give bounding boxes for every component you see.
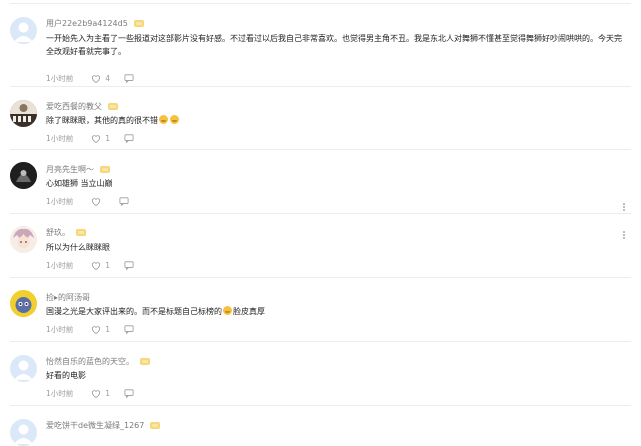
comment-item: 月亮先生啊～ 心如雄狮 当立山巅 1小时前 bbox=[10, 150, 631, 214]
default-avatar-icon bbox=[10, 17, 37, 44]
comment-text: 一开始先入为主看了一些报道对这部影片没有好感。不过看过以后我自己非常喜欢。也觉得… bbox=[46, 34, 622, 56]
comment-item: 爱吃饼干de微生凝绿_1267 bbox=[10, 406, 631, 446]
dark-figure-avatar-icon bbox=[10, 162, 37, 189]
comment-item: 用户22e2b9a4124d5 一开始先入为主看了一些报道对这部影片没有好感。不… bbox=[10, 4, 631, 87]
username[interactable]: 舒玖。 bbox=[46, 227, 70, 238]
avatar[interactable] bbox=[10, 355, 37, 382]
heart-icon bbox=[92, 390, 101, 398]
username[interactable]: 月亮先生啊～ bbox=[46, 164, 94, 175]
default-avatar-icon bbox=[10, 355, 37, 382]
avatar[interactable] bbox=[10, 226, 37, 253]
avatar[interactable] bbox=[10, 100, 37, 127]
level-badge-icon bbox=[140, 358, 150, 365]
emoji-icon bbox=[170, 115, 179, 124]
like-button[interactable]: 1 bbox=[91, 389, 110, 398]
comment-item: 捡▸的阿汤哥 国漫之光是大家评出来的。而不是标题自己标榜的 脸皮真厚 1小时前 1 bbox=[10, 278, 631, 342]
like-button[interactable]: 1 bbox=[91, 325, 110, 334]
heart-icon bbox=[92, 262, 101, 270]
like-button[interactable]: 1 bbox=[91, 134, 110, 143]
comment-time: 1小时前 bbox=[46, 261, 74, 270]
film-poster-avatar-icon bbox=[10, 100, 37, 127]
like-count: 1 bbox=[105, 389, 111, 398]
comment-actions: 1小时前 1 bbox=[46, 324, 134, 335]
comment-text-content: 国漫之光是大家评出来的。而不是标题自己标榜的 bbox=[46, 307, 222, 316]
username[interactable]: 爱吃西餐的教父 bbox=[46, 101, 102, 112]
heart-icon bbox=[92, 198, 101, 206]
comment-item: 怡然自乐的蓝色的天空。 好看的电影 1小时前 1 bbox=[10, 342, 631, 406]
level-badge-icon bbox=[150, 422, 161, 429]
comment-actions: 1小时前 1 bbox=[46, 388, 134, 399]
reply-button[interactable] bbox=[124, 261, 134, 270]
comment-text: 好看的电影 bbox=[46, 371, 86, 380]
emoji-icon bbox=[159, 115, 168, 124]
like-count: 4 bbox=[105, 74, 111, 83]
comment-text: 除了眯眯眼，其他的真的很不错 bbox=[46, 114, 625, 127]
comment-item: 舒玖。 所以为什么眯眯眼 1小时前 1 bbox=[10, 214, 631, 278]
avatar[interactable] bbox=[10, 17, 37, 44]
like-button[interactable]: 1 bbox=[91, 261, 110, 270]
comment-icon bbox=[124, 74, 134, 83]
comment-icon bbox=[124, 389, 134, 398]
comment-time: 1小时前 bbox=[46, 389, 74, 398]
comment-time: 1小时前 bbox=[46, 325, 74, 334]
anime-avatar-icon bbox=[10, 226, 37, 253]
reply-button[interactable] bbox=[119, 197, 129, 206]
reply-button[interactable] bbox=[124, 134, 134, 143]
comment-actions: 1小时前 4 bbox=[46, 73, 134, 84]
comment-text: 心如雄狮 当立山巅 bbox=[46, 179, 113, 188]
comment-icon bbox=[124, 325, 134, 334]
username[interactable]: 爱吃饼干de微生凝绿_1267 bbox=[46, 420, 144, 431]
avatar[interactable] bbox=[10, 162, 37, 189]
like-count: 1 bbox=[105, 134, 111, 143]
level-badge-icon bbox=[76, 229, 86, 236]
comment-icon bbox=[124, 261, 134, 270]
reply-button[interactable] bbox=[124, 389, 134, 398]
level-badge-icon bbox=[100, 166, 110, 173]
like-count: 1 bbox=[105, 325, 111, 334]
comment-icon bbox=[119, 197, 129, 206]
like-count: 1 bbox=[105, 261, 111, 270]
heart-icon bbox=[92, 75, 101, 83]
default-avatar-icon bbox=[10, 419, 37, 446]
more-options-icon[interactable] bbox=[619, 230, 629, 240]
level-badge-icon bbox=[133, 20, 144, 27]
username[interactable]: 捡▸的阿汤哥 bbox=[46, 292, 90, 303]
comment-actions: 1小时前 1 bbox=[46, 133, 134, 144]
comment-time: 1小时前 bbox=[46, 134, 74, 143]
reply-button[interactable] bbox=[124, 74, 134, 83]
comment-text: 所以为什么眯眯眼 bbox=[46, 243, 110, 252]
comment-actions: 1小时前 bbox=[46, 196, 129, 207]
avatar[interactable] bbox=[10, 290, 37, 317]
comment-actions: 1小时前 1 bbox=[46, 260, 134, 271]
comment-text-content: 除了眯眯眼，其他的真的很不错 bbox=[46, 116, 158, 125]
comment-time: 1小时前 bbox=[46, 197, 74, 206]
comment-item: 爱吃西餐的教父 除了眯眯眼，其他的真的很不错 1小时前 1 bbox=[10, 87, 631, 150]
like-button[interactable] bbox=[91, 197, 105, 206]
yellow-cartoon-avatar-icon bbox=[10, 290, 37, 317]
like-button[interactable]: 4 bbox=[91, 74, 110, 83]
comment-text: 国漫之光是大家评出来的。而不是标题自己标榜的 脸皮真厚 bbox=[46, 305, 625, 318]
reply-button[interactable] bbox=[124, 325, 134, 334]
heart-icon bbox=[92, 135, 101, 143]
comment-text-content: 脸皮真厚 bbox=[233, 307, 265, 316]
heart-icon bbox=[92, 326, 101, 334]
comment-time: 1小时前 bbox=[46, 74, 74, 83]
level-badge-icon bbox=[108, 103, 118, 110]
more-options-icon[interactable] bbox=[619, 202, 629, 212]
comment-feed: 6 用户22e2b9a4124d5 一开始先入为主看了一些报道对这部影片没有好感… bbox=[0, 0, 641, 446]
avatar[interactable] bbox=[10, 419, 37, 446]
username[interactable]: 怡然自乐的蓝色的天空。 bbox=[46, 356, 134, 367]
username[interactable]: 用户22e2b9a4124d5 bbox=[46, 18, 128, 29]
comment-icon bbox=[124, 134, 134, 143]
emoji-icon bbox=[223, 306, 232, 315]
